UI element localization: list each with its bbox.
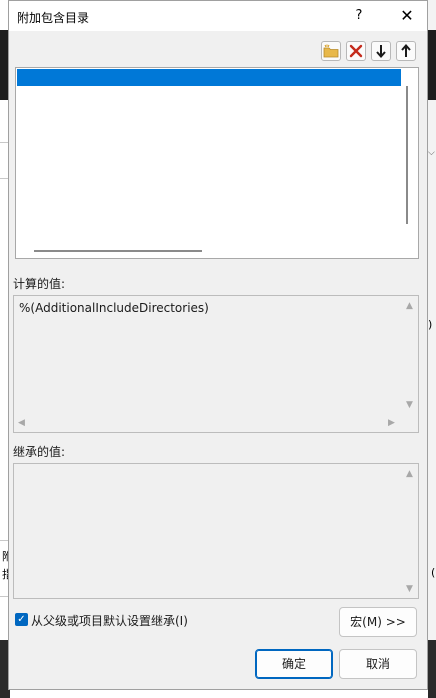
- list-item[interactable]: [17, 69, 401, 86]
- title-bar: 附加包含目录 ? ✕: [9, 1, 427, 31]
- cancel-button[interactable]: 取消: [339, 649, 417, 679]
- scroll-up-arrow-icon[interactable]: ▲: [406, 301, 413, 311]
- scroll-right-arrow-icon[interactable]: ▶: [388, 418, 395, 428]
- move-up-icon: [401, 44, 411, 57]
- delete-icon: [349, 44, 363, 58]
- scroll-down-arrow-icon[interactable]: ▼: [406, 584, 413, 594]
- evaluated-value-text: %(AdditionalIncludeDirectories): [19, 301, 209, 315]
- vertical-scrollbar[interactable]: ▲ ▼: [402, 464, 418, 598]
- help-button[interactable]: ?: [345, 4, 373, 28]
- inherited-values-label: 继承的值:: [13, 445, 66, 459]
- background-text: (: [431, 566, 436, 579]
- new-folder-icon: [323, 44, 339, 58]
- move-down-icon: [376, 45, 386, 58]
- inherited-values-box: ▲ ▼: [13, 463, 419, 599]
- inherit-checkbox[interactable]: ✓: [15, 613, 28, 626]
- background-panel-right: [428, 0, 436, 698]
- chevron-down-icon: ⌵: [428, 148, 435, 158]
- horizontal-scrollbar[interactable]: [34, 250, 202, 252]
- move-up-button[interactable]: [396, 41, 416, 61]
- delete-line-button[interactable]: [346, 41, 366, 61]
- evaluated-value-box: %(AdditionalIncludeDirectories) ▲ ▼ ◀ ▶: [13, 295, 419, 433]
- directory-list[interactable]: [15, 67, 419, 259]
- background-text: ): [428, 318, 433, 331]
- inherit-checkbox-label[interactable]: 从父级或项目默认设置继承(I): [31, 612, 188, 629]
- background-dark-strip-top: [428, 30, 436, 100]
- scroll-up-arrow-icon[interactable]: ▲: [406, 469, 413, 479]
- macros-button[interactable]: 宏(M) >>: [339, 607, 417, 637]
- evaluated-value-label: 计算的值:: [13, 277, 66, 291]
- scroll-down-arrow-icon[interactable]: ▼: [406, 400, 413, 410]
- scroll-left-arrow-icon[interactable]: ◀: [18, 418, 25, 428]
- new-line-button[interactable]: [321, 41, 341, 61]
- vertical-scrollbar[interactable]: [406, 86, 408, 224]
- include-directories-dialog: 附加包含目录 ? ✕ 计算的值: %(AdditionalIncludeDire…: [8, 0, 428, 690]
- background-dark-strip-bottom: [428, 640, 436, 698]
- move-down-button[interactable]: [371, 41, 391, 61]
- close-button[interactable]: ✕: [393, 4, 421, 28]
- dialog-title: 附加包含目录: [17, 11, 90, 25]
- ok-button[interactable]: 确定: [255, 649, 333, 679]
- vertical-scrollbar[interactable]: ▲ ▼: [402, 296, 418, 432]
